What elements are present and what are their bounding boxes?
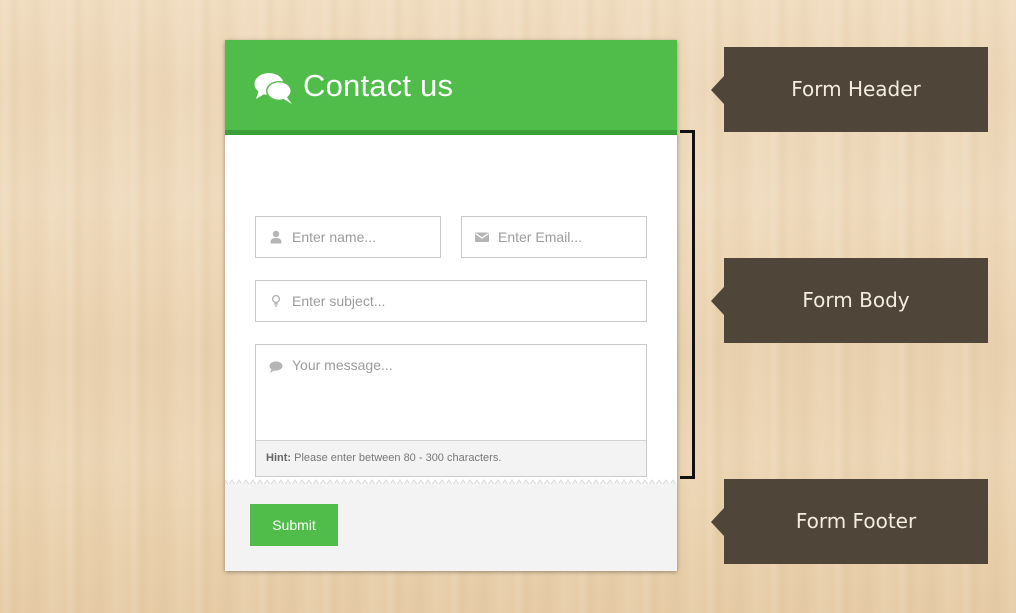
subject-input[interactable] [292,281,632,321]
message-hint: Hint: Please enter between 80 - 300 char… [256,440,646,476]
form-header-label: Form Header [711,47,988,132]
email-input[interactable] [498,217,638,257]
lightbulb-icon [271,294,281,307]
form-title: Contact us [303,68,454,103]
envelope-icon [475,232,489,242]
message-textarea[interactable] [292,357,632,437]
email-field[interactable] [461,216,647,258]
name-input[interactable] [292,217,432,257]
form-body-label: Form Body [711,258,988,343]
subject-field[interactable] [255,280,647,322]
message-field[interactable]: Hint: Please enter between 80 - 300 char… [255,344,647,477]
comments-icon [254,73,292,104]
hint-label: Hint: [266,452,292,464]
hint-text: Please enter between 80 - 300 characters… [291,452,502,464]
name-field[interactable] [255,216,441,258]
form-footer: Submit [225,484,677,571]
form-header: Contact us [225,40,677,135]
form-body-bracket [680,130,695,479]
submit-button[interactable]: Submit [250,504,338,546]
form-body: Hint: Please enter between 80 - 300 char… [225,135,677,480]
contact-form-card: Contact us Enter name... Enter Email... … [225,40,677,571]
comment-icon [269,361,283,373]
form-footer-label: Form Footer [711,479,988,564]
user-icon [270,230,282,244]
